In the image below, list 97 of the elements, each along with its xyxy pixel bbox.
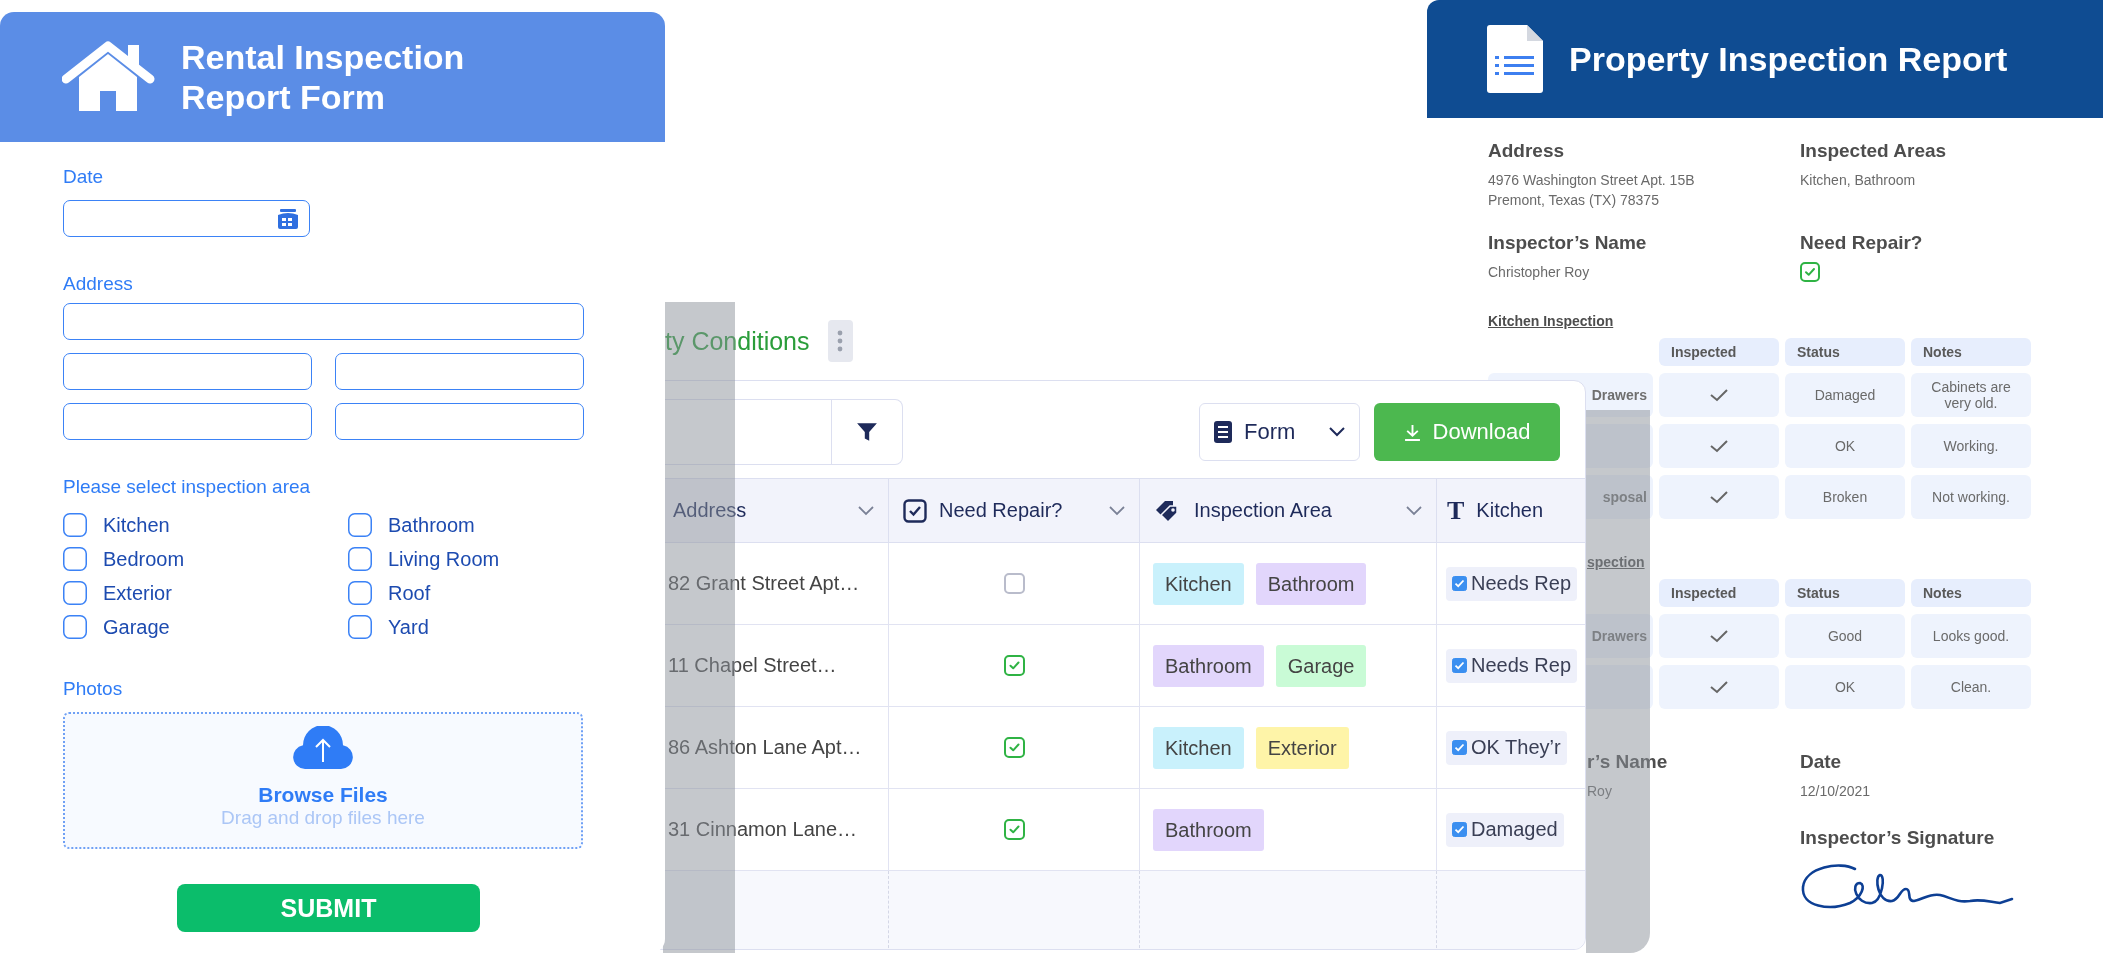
checkmark-icon (1709, 489, 1729, 505)
checkmark-icon (1709, 387, 1729, 403)
column-header: Status (1785, 338, 1905, 366)
document-icon (1487, 25, 1543, 93)
checkbox[interactable] (1003, 819, 1025, 840)
area-tag: Garage (1275, 644, 1367, 687)
input-field[interactable] (335, 403, 584, 440)
field-label: Please select inspection area (63, 476, 312, 498)
status-chip: Needs Rep (1446, 648, 1578, 683)
table-cell: Not working. (1911, 475, 2031, 519)
checkbox[interactable] (1003, 737, 1025, 758)
checkbox-label[interactable]: Exterior (103, 581, 172, 605)
checkbox[interactable] (348, 547, 372, 571)
upload-hint: Drag and drop files here (221, 807, 425, 829)
upload-cloud-icon (293, 726, 353, 769)
checkbox-label[interactable]: Bedroom (103, 547, 185, 571)
table-cell: OK (1785, 665, 1905, 709)
column-header: Inspected (1659, 338, 1779, 366)
column-header[interactable]: Inspection Area (1140, 478, 1437, 543)
report-title: Property Inspection Report (1569, 39, 2008, 79)
field-label: r’s Name (1587, 751, 1669, 773)
table-cell: Looks good. (1911, 614, 2031, 658)
field-label: Photos (63, 678, 124, 700)
date-field[interactable] (63, 200, 310, 237)
area-tag: Bathroom (1153, 808, 1264, 851)
checkmark-icon (1709, 628, 1729, 644)
checkbox[interactable] (348, 581, 372, 605)
list-icon[interactable] (1214, 421, 1232, 443)
section-heading: spection (1587, 554, 1645, 570)
field-label: Inspected Areas (1800, 140, 1948, 162)
checkbox-label[interactable]: Bathroom (388, 513, 475, 537)
checkbox[interactable] (63, 547, 87, 571)
table-cell: Good (1785, 614, 1905, 658)
upload-area[interactable]: Browse Files Drag and drop files here (63, 712, 583, 849)
column-header: Notes (1911, 338, 2031, 366)
field-label: Date (63, 166, 105, 188)
view-dropdown[interactable]: Form (1199, 403, 1360, 461)
column-header: Notes (1911, 579, 2031, 607)
field-label: Inspector’s Signature (1800, 827, 1996, 849)
field-value: Christopher Roy (1488, 263, 1591, 282)
checkmark-icon (1709, 438, 1729, 454)
status-chip: Damaged (1446, 812, 1564, 847)
column-header[interactable]: T Kitchen (1437, 478, 1585, 543)
filter-icon[interactable] (856, 421, 878, 443)
field-value: 4976 Washington Street Apt. 15B Premont, Texas (TX) 78375 (1488, 171, 1696, 210)
checkbox[interactable] (348, 513, 372, 537)
calendar-icon[interactable] (277, 208, 299, 229)
download-icon[interactable] (1403, 423, 1421, 441)
checkbox[interactable] (63, 513, 87, 537)
caret-icon[interactable] (1329, 427, 1345, 437)
status-chip: Needs Rep (1446, 566, 1578, 601)
area-tag: Bathroom (1255, 562, 1367, 605)
column-header: Status (1785, 579, 1905, 607)
field-value: Kitchen, Bathroom (1800, 171, 1917, 190)
checkbox[interactable] (63, 581, 87, 605)
area-tag: Kitchen (1153, 562, 1244, 605)
status-chip: OK They’r (1446, 730, 1567, 765)
checkbox-label[interactable]: Living Room (388, 547, 500, 571)
field-value: Roy (1587, 782, 1613, 801)
field-label: Address (63, 273, 134, 295)
field-value: 12/10/2021 (1800, 782, 1872, 801)
field-label: Need Repair? (1800, 232, 1924, 254)
form-title: Rental Inspection Report Form (181, 37, 466, 117)
checkbox[interactable] (1003, 655, 1025, 676)
checkbox[interactable] (1003, 573, 1025, 594)
field-label: Date (1800, 751, 1843, 773)
browse-link[interactable]: Browse Files (258, 783, 388, 807)
area-tag: Exterior (1255, 726, 1349, 769)
table-title: ty Conditions (665, 326, 810, 356)
input-field[interactable] (63, 353, 312, 390)
checkbox-label[interactable]: Yard (388, 615, 429, 639)
checkbox-label[interactable]: Roof (388, 581, 431, 605)
checkbox-label[interactable]: Garage (103, 615, 170, 639)
more-icon[interactable] (837, 329, 844, 353)
checkbox[interactable] (63, 615, 87, 639)
field-label: Inspector’s Name (1488, 232, 1648, 254)
area-tag: Kitchen (1153, 726, 1244, 769)
checkbox[interactable] (348, 615, 372, 639)
checkmark-icon (1709, 679, 1729, 695)
input-field[interactable] (63, 403, 312, 440)
table-cell: Cabinets are very old. (1911, 373, 2031, 417)
more-button[interactable] (827, 320, 853, 362)
table-cell: Working. (1911, 424, 2031, 468)
input-field[interactable] (335, 353, 584, 390)
input-field[interactable] (63, 303, 584, 340)
checkbox-icon[interactable] (903, 498, 927, 523)
column-header[interactable]: Need Repair? (889, 478, 1140, 543)
field-label: Address (1488, 140, 1566, 162)
column-header: Inspected (1659, 579, 1779, 607)
table-cell: Damaged (1785, 373, 1905, 417)
table-cell: Broken (1785, 475, 1905, 519)
checkbox-label[interactable]: Kitchen (103, 513, 170, 537)
area-tag: Bathroom (1153, 644, 1264, 687)
house-icon (62, 41, 155, 113)
table-cell: Clean. (1911, 665, 2031, 709)
table-cell: OK (1785, 424, 1905, 468)
section-heading: Kitchen Inspection (1488, 313, 1614, 329)
